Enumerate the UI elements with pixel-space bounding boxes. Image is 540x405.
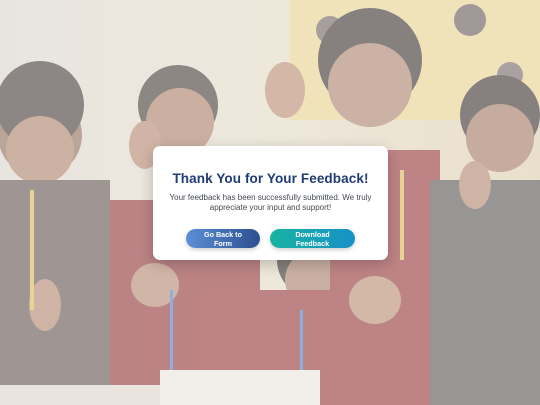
dialog-title: Thank You for Your Feedback!: [172, 171, 369, 186]
dialog-message: Your feedback has been successfully subm…: [169, 193, 372, 212]
go-back-to-form-button[interactable]: Go Back to Form: [186, 229, 260, 248]
thank-you-page: Thank You for Your Feedback! Your feedba…: [0, 0, 540, 405]
dialog-actions: Go Back to Form Download Feedback: [153, 229, 388, 248]
feedback-confirmation-dialog: Thank You for Your Feedback! Your feedba…: [153, 146, 388, 260]
download-feedback-button[interactable]: Download Feedback: [270, 229, 355, 248]
